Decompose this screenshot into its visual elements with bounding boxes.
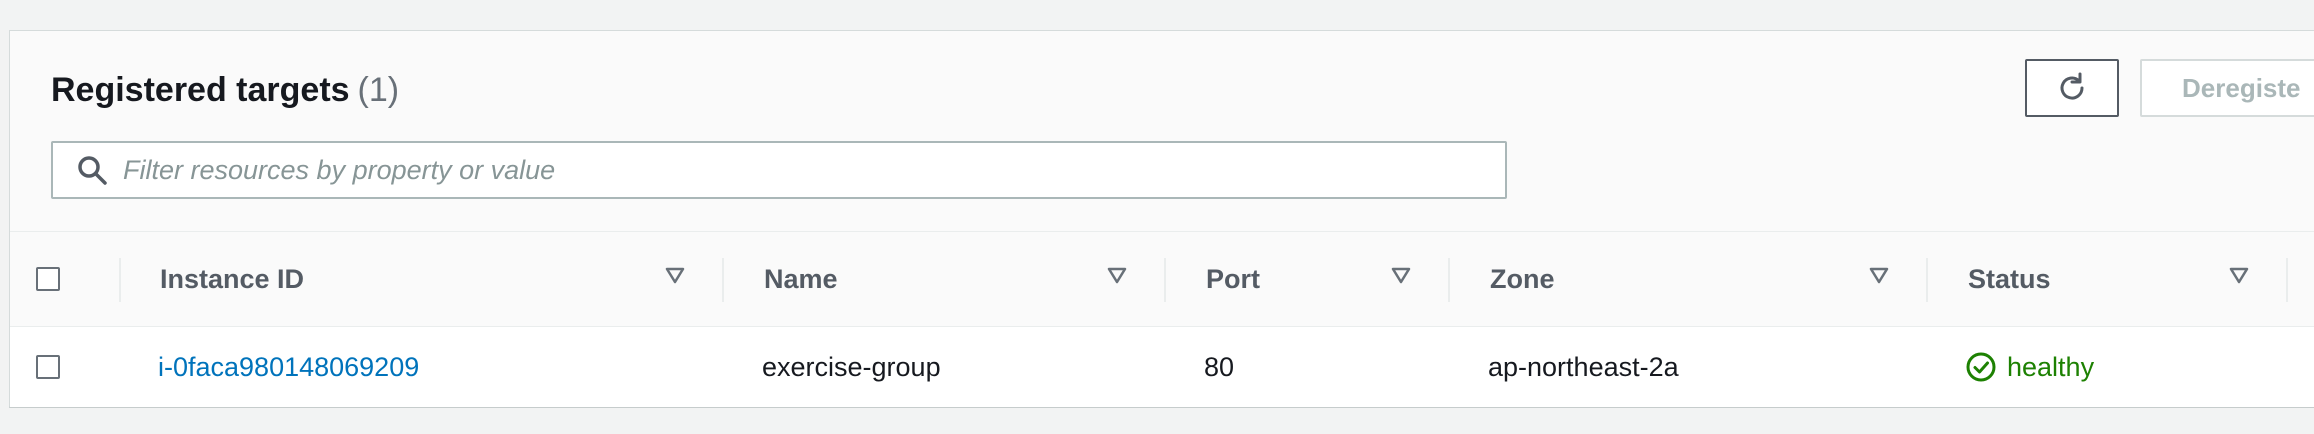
status-label: healthy [2007,351,2095,382]
column-divider [1448,258,1450,302]
select-all-checkbox[interactable] [36,267,60,291]
refresh-button[interactable] [2025,59,2119,117]
column-header-port[interactable]: Port [1206,232,1260,327]
column-header-status[interactable]: Status [1968,232,2051,327]
column-divider [1164,258,1166,302]
column-label: Status [1968,264,2051,294]
panel-title: Registered targets (1) [51,71,399,110]
sort-down-icon[interactable] [1868,264,1890,286]
column-divider [119,258,121,302]
target-count: (1) [357,71,400,109]
filter-search-box[interactable] [51,141,1507,199]
registered-targets-panel: Registered targets(1) Deregiste Instance… [9,30,2314,408]
sort-down-icon[interactable] [2228,264,2250,286]
status-cell: healthy [1965,327,2094,407]
deregister-button[interactable]: Deregiste [2140,59,2314,117]
search-icon [78,156,107,185]
table-row[interactable]: i-0faca980148069209 exercise-group 80 ap… [10,327,2314,407]
column-divider [1926,258,1928,302]
column-header-instance-id[interactable]: Instance ID [160,232,304,327]
column-divider [2286,258,2288,302]
column-header-name[interactable]: Name [764,232,838,327]
filter-input[interactable] [121,153,1475,187]
check-circle-icon [1966,352,1996,382]
column-divider [722,258,724,302]
instance-id-link[interactable]: i-0faca980148069209 [158,327,419,407]
column-label: Port [1206,264,1260,294]
column-header-zone[interactable]: Zone [1490,232,1555,327]
column-label: Name [764,264,838,294]
sort-down-icon[interactable] [1390,264,1412,286]
port-cell: 80 [1204,351,1235,382]
name-cell: exercise-group [762,351,941,382]
sort-down-icon[interactable] [664,264,686,286]
column-label: Instance ID [160,264,305,294]
zone-cell: ap-northeast-2a [1488,351,1679,382]
panel-title-text: Registered targets [51,71,350,109]
sort-down-icon[interactable] [1106,264,1128,286]
row-checkbox[interactable] [36,355,60,379]
refresh-icon [2060,72,2084,100]
column-label: Zone [1490,264,1555,294]
table-header: Instance ID Name Port Zone Status [10,231,2314,327]
